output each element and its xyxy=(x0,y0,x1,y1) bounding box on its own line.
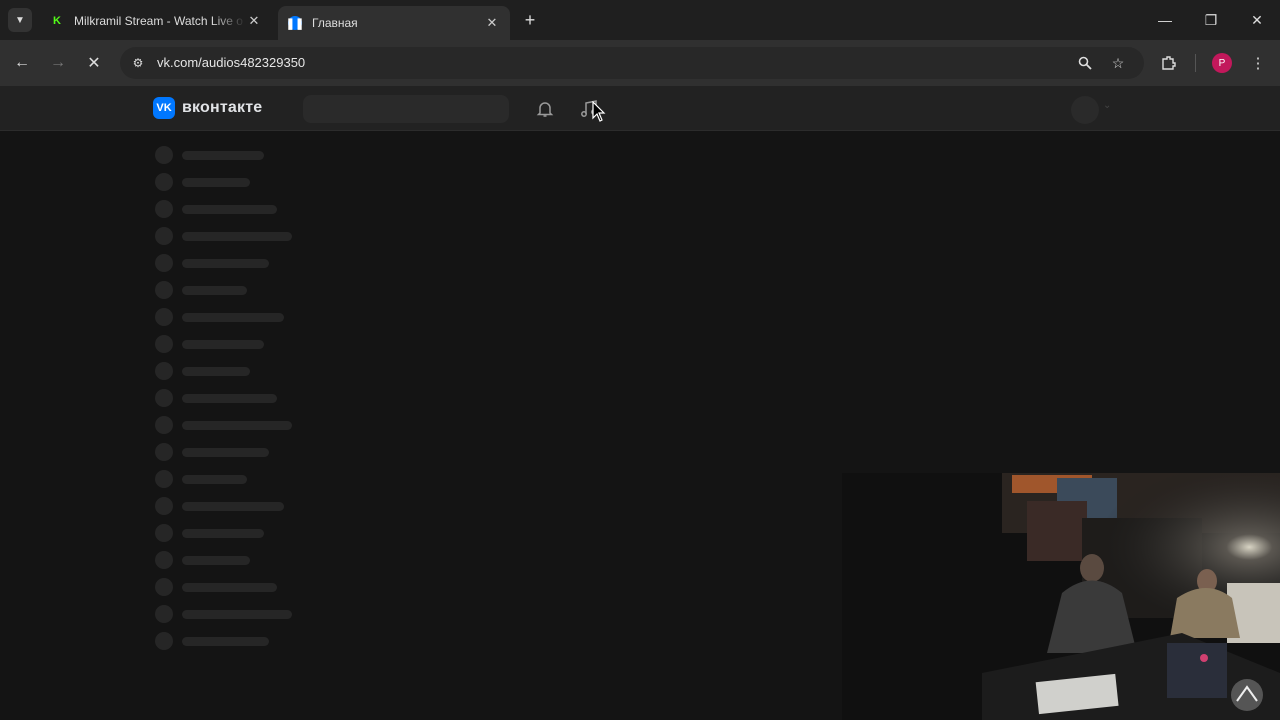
bell-icon[interactable] xyxy=(534,98,556,120)
toolbar-divider xyxy=(1195,54,1196,72)
skeleton-label-placeholder xyxy=(182,448,269,457)
back-button[interactable]: ← xyxy=(10,51,34,75)
search-input[interactable] xyxy=(303,95,509,123)
profile-avatar[interactable]: P xyxy=(1212,53,1232,73)
skeleton-label-placeholder xyxy=(182,232,292,241)
restore-button[interactable]: ❐ xyxy=(1188,0,1234,40)
close-icon: ✕ xyxy=(87,55,101,72)
skeleton-icon-placeholder xyxy=(155,389,173,407)
skeleton-label-placeholder xyxy=(182,367,250,376)
mouse-cursor xyxy=(592,100,606,128)
more-menu-icon[interactable]: ⋮ xyxy=(1247,52,1269,74)
skeleton-label-placeholder xyxy=(182,502,284,511)
tab-title: Milkramil Stream - Watch Live o xyxy=(74,14,243,28)
zoom-icon[interactable] xyxy=(1075,53,1095,73)
skeleton-icon-placeholder xyxy=(155,578,173,596)
skeleton-label-placeholder xyxy=(182,556,250,565)
close-icon[interactable]: ✕ xyxy=(246,13,262,29)
skeleton-icon-placeholder xyxy=(155,173,173,191)
skeleton-label-placeholder xyxy=(182,259,269,268)
minimize-icon: — xyxy=(1158,12,1172,28)
skeleton-icon-placeholder xyxy=(155,200,173,218)
browser-toolbar: ← → ✕ ⚙ vk.com/audios482329350 ☆ P ⋮ xyxy=(0,40,1280,86)
skeleton-icon-placeholder xyxy=(155,551,173,569)
skeleton-icon-placeholder xyxy=(155,632,173,650)
extensions-icon[interactable] xyxy=(1158,52,1180,74)
skeleton-icon-placeholder xyxy=(155,443,173,461)
close-icon: ✕ xyxy=(1251,11,1263,28)
skeleton-icon-placeholder xyxy=(155,605,173,623)
skeleton-icon-placeholder xyxy=(155,524,173,542)
skeleton-icon-placeholder xyxy=(155,362,173,380)
skeleton-label-placeholder xyxy=(182,394,277,403)
bookmark-star-icon[interactable]: ☆ xyxy=(1108,53,1128,73)
webcam-overlay xyxy=(842,473,1280,720)
vk-logo-icon: VK xyxy=(153,97,175,119)
plus-icon: + xyxy=(524,10,536,30)
url-text[interactable]: vk.com/audios482329350 xyxy=(157,55,305,70)
skeleton-label-placeholder xyxy=(182,637,269,646)
skeleton-label-placeholder xyxy=(182,205,277,214)
skeleton-icon-placeholder xyxy=(155,470,173,488)
chevron-down-icon: ▼ xyxy=(15,14,25,26)
skeleton-icon-placeholder xyxy=(155,254,173,272)
tab-search-button[interactable]: ▼ xyxy=(8,8,32,32)
webcam-image xyxy=(842,473,1280,720)
minimize-button[interactable]: — xyxy=(1142,0,1188,40)
tab-kick[interactable]: K Milkramil Stream - Watch Live o ✕ xyxy=(40,6,272,36)
skeleton-icon-placeholder xyxy=(155,416,173,434)
tab-title: Главная xyxy=(312,16,358,30)
avatar[interactable] xyxy=(1071,96,1099,124)
skeleton-label-placeholder xyxy=(182,151,264,160)
restore-icon: ❐ xyxy=(1204,11,1218,28)
kick-icon: K xyxy=(53,15,61,27)
chevron-down-icon[interactable]: ⌄ xyxy=(1103,100,1111,111)
skeleton-label-placeholder xyxy=(182,313,284,322)
stop-loading-button[interactable]: ✕ xyxy=(82,51,106,75)
skeleton-label-placeholder xyxy=(182,583,277,592)
skeleton-icon-placeholder xyxy=(155,281,173,299)
skeleton-label-placeholder xyxy=(182,340,264,349)
vk-icon: ❚❚ xyxy=(285,16,305,30)
arrow-right-icon: → xyxy=(50,54,66,71)
site-info-icon[interactable]: ⚙ xyxy=(130,55,146,71)
skeleton-label-placeholder xyxy=(182,529,264,538)
address-bar[interactable]: ⚙ vk.com/audios482329350 ☆ xyxy=(120,47,1144,79)
skeleton-icon-placeholder xyxy=(155,335,173,353)
skeleton-label-placeholder xyxy=(182,475,247,484)
close-icon[interactable]: ✕ xyxy=(484,15,500,31)
skeleton-label-placeholder xyxy=(182,178,250,187)
skeleton-icon-placeholder xyxy=(155,308,173,326)
skeleton-label-placeholder xyxy=(182,610,292,619)
skeleton-icon-placeholder xyxy=(155,497,173,515)
skeleton-icon-placeholder xyxy=(155,146,173,164)
tab-vk[interactable]: ❚❚ Главная ✕ xyxy=(278,6,510,40)
vk-brand-name: вконтакте xyxy=(182,99,263,116)
new-tab-button[interactable]: + xyxy=(520,10,540,30)
vk-header: VK вконтакте ⌄ xyxy=(0,86,1280,131)
vk-logo[interactable]: VK вконтакте xyxy=(153,97,262,119)
arrow-left-icon: ← xyxy=(14,54,30,71)
close-window-button[interactable]: ✕ xyxy=(1234,0,1280,40)
skeleton-label-placeholder xyxy=(182,286,247,295)
forward-button[interactable]: → xyxy=(46,51,70,75)
tab-strip: ▼ K Milkramil Stream - Watch Live o ✕ ❚❚… xyxy=(0,0,1280,40)
skeleton-label-placeholder xyxy=(182,421,292,430)
skeleton-icon-placeholder xyxy=(155,227,173,245)
